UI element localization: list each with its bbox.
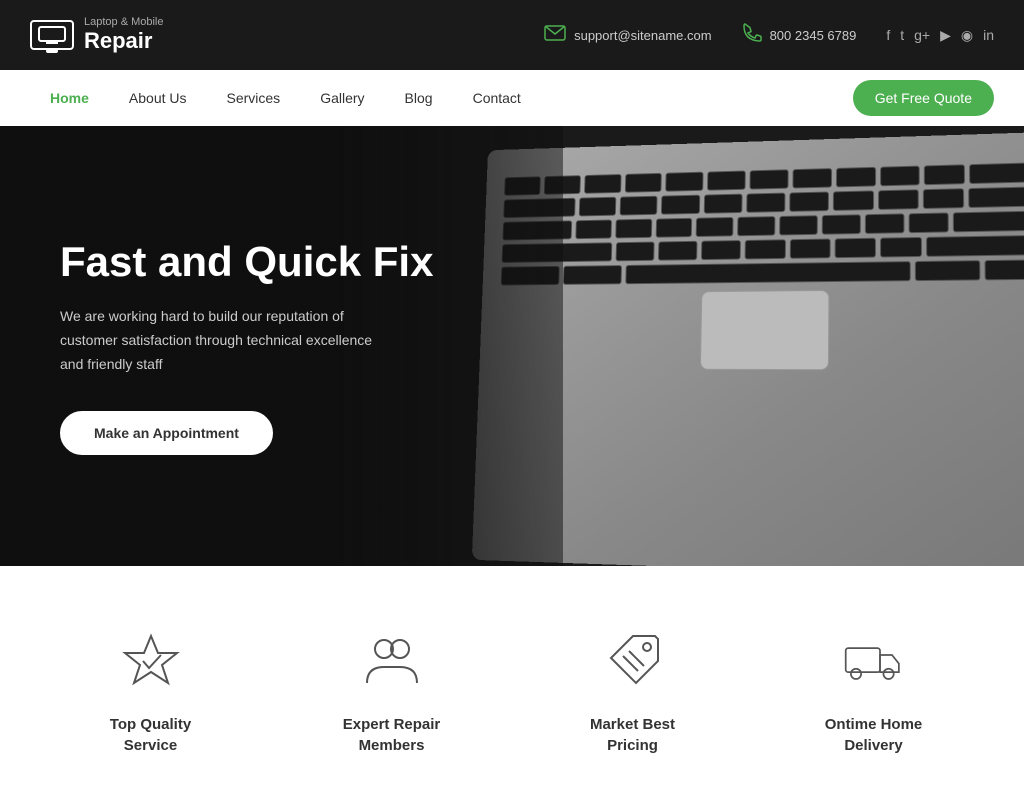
nav-links: Home About Us Services Gallery Blog Cont… [30, 72, 541, 124]
feature-delivery-subtitle: Delivery [773, 737, 974, 754]
logo: Laptop & Mobile Repair [30, 16, 164, 54]
google-plus-icon[interactable]: g+ [914, 27, 930, 43]
youtube-icon[interactable]: ▶ [940, 27, 951, 44]
nav-link-blog[interactable]: Blog [385, 72, 453, 124]
linkedin-icon[interactable]: in [983, 27, 994, 43]
feature-pricing-subtitle: Pricing [532, 737, 733, 754]
instagram-icon[interactable]: ◉ [961, 27, 973, 44]
feature-quality: Top Quality Service [30, 626, 271, 758]
nav-link-gallery[interactable]: Gallery [300, 72, 384, 124]
nav-item-contact[interactable]: Contact [453, 72, 541, 124]
nav-link-about[interactable]: About Us [109, 72, 207, 124]
price-tag-icon [598, 626, 668, 696]
nav-link-contact[interactable]: Contact [453, 72, 541, 124]
email-text: support@sitename.com [574, 28, 711, 43]
nav-item-gallery[interactable]: Gallery [300, 72, 384, 124]
top-bar: Laptop & Mobile Repair support@sitename.… [0, 0, 1024, 70]
team-icon [357, 626, 427, 696]
phone-text: 800 2345 6789 [770, 28, 857, 43]
nav-item-blog[interactable]: Blog [385, 72, 453, 124]
feature-delivery: Ontime Home Delivery [753, 626, 994, 758]
twitter-icon[interactable]: t [900, 27, 904, 43]
feature-delivery-title: Ontime Home [773, 716, 974, 733]
email-contact: support@sitename.com [544, 25, 711, 46]
hero-content: Fast and Quick Fix We are working hard t… [0, 237, 493, 456]
nav-item-services[interactable]: Services [207, 72, 301, 124]
appointment-button[interactable]: Make an Appointment [60, 411, 273, 455]
contact-info: support@sitename.com 800 2345 6789 f t g… [544, 23, 994, 48]
star-check-icon [116, 626, 186, 696]
nav-link-home[interactable]: Home [30, 72, 109, 124]
logo-icon [30, 20, 74, 50]
features-section: Top Quality Service Expert Repair Member… [0, 566, 1024, 798]
truck-icon [839, 626, 909, 696]
hero-section: Fast and Quick Fix We are working hard t… [0, 126, 1024, 566]
feature-quality-title: Top Quality [50, 716, 251, 733]
social-icons: f t g+ ▶ ◉ in [886, 27, 994, 44]
navbar: Home About Us Services Gallery Blog Cont… [0, 70, 1024, 126]
feature-pricing: Market Best Pricing [512, 626, 753, 758]
email-icon [544, 25, 566, 46]
nav-item-about[interactable]: About Us [109, 72, 207, 124]
feature-expert-subtitle: Members [291, 737, 492, 754]
phone-icon [742, 23, 762, 48]
feature-quality-subtitle: Service [50, 737, 251, 754]
facebook-icon[interactable]: f [886, 27, 890, 43]
logo-text: Laptop & Mobile Repair [84, 16, 164, 54]
hero-subtitle: We are working hard to build our reputat… [60, 305, 380, 376]
phone-contact: 800 2345 6789 [742, 23, 857, 48]
nav-link-services[interactable]: Services [207, 72, 301, 124]
feature-expert: Expert Repair Members [271, 626, 512, 758]
feature-expert-title: Expert Repair [291, 716, 492, 733]
feature-pricing-title: Market Best [532, 716, 733, 733]
get-free-quote-button[interactable]: Get Free Quote [853, 80, 994, 116]
nav-item-home[interactable]: Home [30, 72, 109, 124]
hero-title: Fast and Quick Fix [60, 237, 433, 287]
